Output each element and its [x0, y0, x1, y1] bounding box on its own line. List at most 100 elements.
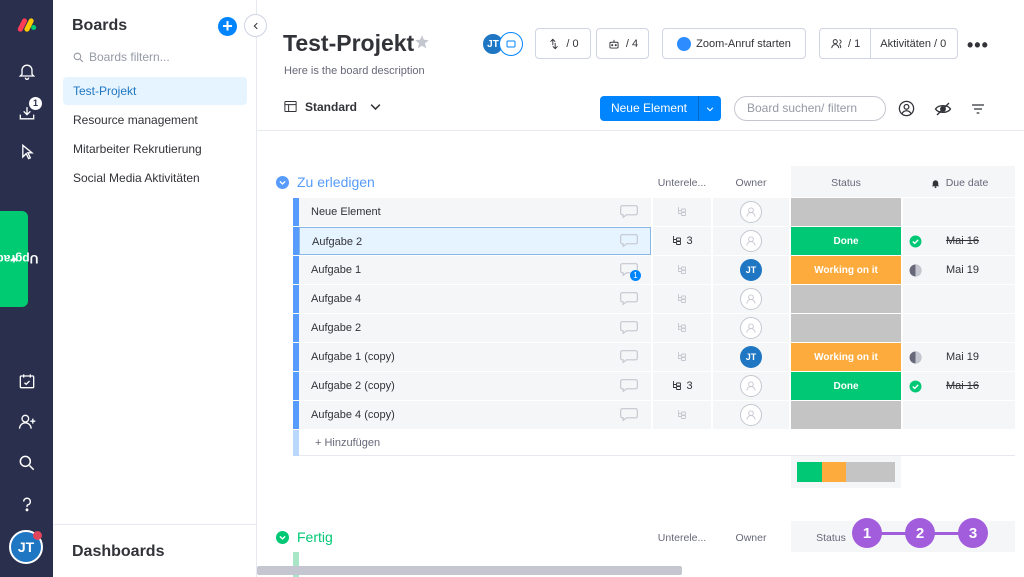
subitems-cell[interactable]: 3: [653, 227, 711, 255]
column-header-owner[interactable]: Owner: [713, 177, 789, 189]
comment-bubble-icon[interactable]: [619, 204, 639, 220]
table-row[interactable]: Aufgabe 2 3 Done Mai 16: [293, 227, 1015, 256]
favorite-star-icon[interactable]: [413, 33, 431, 51]
due-date-cell[interactable]: [903, 314, 1015, 342]
horizontal-scrollbar[interactable]: [257, 566, 682, 575]
group-title-zu-erledigen[interactable]: Zu erledigen: [276, 174, 375, 190]
table-row[interactable]: Aufgabe 4: [293, 285, 1015, 314]
status-cell[interactable]: [791, 198, 901, 226]
column-header-due-date[interactable]: Due date: [903, 177, 1015, 189]
status-cell[interactable]: [791, 314, 901, 342]
table-row[interactable]: Neue Element: [293, 198, 1015, 227]
status-cell[interactable]: [791, 401, 901, 429]
help-icon[interactable]: [14, 491, 40, 517]
add-item-label[interactable]: + Hinzufügen: [315, 430, 380, 456]
board-item-social-media[interactable]: Social Media Aktivitäten: [63, 164, 247, 192]
item-name[interactable]: Aufgabe 2 (copy): [299, 372, 651, 400]
table-row[interactable]: Aufgabe 2 (copy) 3 Done Mai 16: [293, 372, 1015, 401]
due-date-cell[interactable]: [903, 198, 1015, 226]
column-header-status[interactable]: Status: [791, 177, 901, 189]
dashboards-label[interactable]: Dashboards: [72, 543, 164, 561]
invite-user-icon[interactable]: [14, 409, 40, 435]
item-name[interactable]: Neue Element: [299, 198, 651, 226]
add-board-button[interactable]: +: [218, 17, 237, 36]
view-selector[interactable]: Standard: [283, 99, 383, 114]
cursor-icon[interactable]: [14, 139, 40, 165]
due-date-cell[interactable]: Mai 19: [903, 256, 1015, 284]
status-cell[interactable]: [791, 285, 901, 313]
due-date-cell[interactable]: [903, 285, 1015, 313]
column-header-subitems[interactable]: Unterele...: [653, 177, 711, 189]
chevron-down-icon[interactable]: [276, 175, 289, 189]
activity-label[interactable]: Aktivitäten / 0: [871, 38, 955, 50]
subitems-cell[interactable]: [653, 198, 711, 226]
owner-cell[interactable]: [713, 227, 789, 255]
board-filter-input[interactable]: Boards filtern...: [72, 48, 242, 66]
members-activity-button[interactable]: / 1 Aktivitäten / 0: [819, 28, 958, 59]
project-title[interactable]: Test-Projekt: [283, 30, 414, 57]
onboarding-step-2[interactable]: 2: [905, 518, 935, 548]
subitems-cell[interactable]: [653, 285, 711, 313]
subitems-cell[interactable]: [653, 401, 711, 429]
comment-bubble-icon[interactable]: [619, 378, 639, 394]
chevron-down-icon[interactable]: [276, 530, 289, 544]
owner-cell[interactable]: JT: [713, 343, 789, 371]
more-options-icon[interactable]: •••: [967, 35, 989, 56]
comment-bubble-icon[interactable]: [619, 233, 639, 249]
notifications-bell-icon[interactable]: [14, 58, 40, 84]
automations-button[interactable]: / 4: [596, 28, 649, 59]
owner-cell[interactable]: JT: [713, 256, 789, 284]
board-item-resource-management[interactable]: Resource management: [63, 106, 247, 134]
subitems-cell[interactable]: [653, 314, 711, 342]
zoom-call-button[interactable]: Zoom-Anruf starten: [662, 28, 806, 59]
column-header-owner[interactable]: Owner: [713, 532, 789, 544]
status-cell[interactable]: Done: [791, 372, 901, 400]
collapse-panel-button[interactable]: [244, 14, 267, 37]
onboarding-step-1[interactable]: 1: [852, 518, 882, 548]
column-header-subitems[interactable]: Unterele...: [653, 532, 711, 544]
subitems-cell[interactable]: [653, 343, 711, 371]
item-name[interactable]: Aufgabe 2: [299, 314, 651, 342]
status-cell[interactable]: Done: [791, 227, 901, 255]
monday-logo-icon[interactable]: [14, 12, 40, 38]
hide-eye-icon[interactable]: [933, 99, 952, 118]
comment-bubble-icon[interactable]: [619, 291, 639, 307]
integrations-button[interactable]: / 0: [535, 28, 591, 59]
comment-bubble-icon[interactable]: [619, 407, 639, 423]
item-name[interactable]: Aufgabe 4: [299, 285, 651, 313]
calendar-check-icon[interactable]: [14, 368, 40, 394]
status-cell[interactable]: Working on it: [791, 256, 901, 284]
status-summary-bar[interactable]: [791, 456, 901, 488]
due-date-cell[interactable]: Mai 16: [903, 227, 1015, 255]
add-item-row[interactable]: + Hinzufügen: [293, 430, 1015, 456]
due-date-cell[interactable]: Mai 19: [903, 343, 1015, 371]
owner-cell[interactable]: [713, 285, 789, 313]
owner-cell[interactable]: [713, 372, 789, 400]
inbox-icon[interactable]: 1: [14, 97, 42, 126]
group-title-fertig[interactable]: Fertig: [276, 529, 333, 545]
item-name[interactable]: Aufgabe 4 (copy): [299, 401, 651, 429]
onboarding-step-3[interactable]: 3: [958, 518, 988, 548]
user-avatar[interactable]: JT: [9, 530, 43, 564]
table-row[interactable]: Aufgabe 4 (copy): [293, 401, 1015, 430]
new-item-label[interactable]: Neue Element: [600, 96, 699, 121]
board-item-mitarbeiter-rekrutierung[interactable]: Mitarbeiter Rekrutierung: [63, 135, 247, 163]
owner-cell[interactable]: [713, 198, 789, 226]
table-row[interactable]: Aufgabe 1 (copy) JT Working on it Mai 19: [293, 343, 1015, 372]
subitems-cell[interactable]: 3: [653, 372, 711, 400]
table-row[interactable]: Aufgabe 1 1 JT Working on it Mai 19: [293, 256, 1015, 285]
new-item-dropdown[interactable]: [699, 96, 721, 121]
person-filter-icon[interactable]: [897, 99, 916, 118]
item-name[interactable]: Aufgabe 2: [299, 227, 651, 255]
comment-bubble-icon[interactable]: 1: [619, 262, 641, 281]
upgrade-button[interactable]: ✦ Upgrade: [0, 211, 38, 307]
board-search-input[interactable]: Board suchen/ filtern: [734, 96, 886, 121]
owner-cell[interactable]: [713, 314, 789, 342]
comment-bubble-icon[interactable]: [619, 320, 639, 336]
filter-icon[interactable]: [968, 99, 987, 118]
members-count-button[interactable]: / 1: [820, 29, 872, 58]
item-name[interactable]: Aufgabe 1: [299, 256, 651, 284]
board-members[interactable]: JT: [481, 32, 523, 56]
table-row[interactable]: Aufgabe 2: [293, 314, 1015, 343]
due-date-cell[interactable]: [903, 401, 1015, 429]
